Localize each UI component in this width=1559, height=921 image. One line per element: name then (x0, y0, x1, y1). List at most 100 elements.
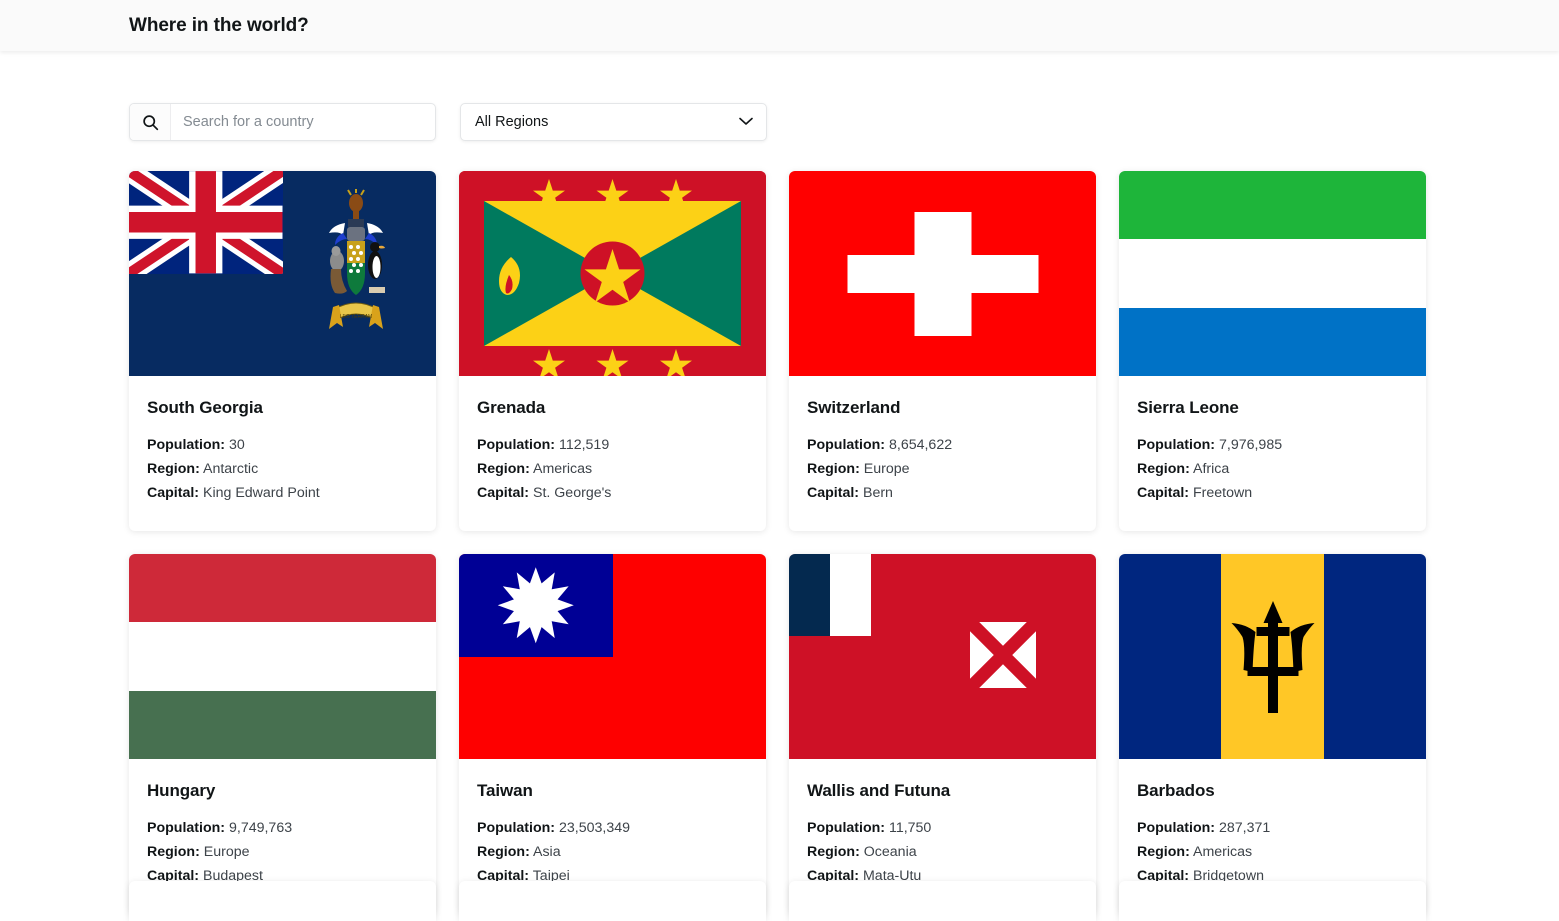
flag-switzerland (789, 171, 1096, 376)
population-label: Population: (807, 437, 886, 453)
flag-sierra-leone (1119, 171, 1426, 376)
capital-row: Capital: King Edward Point (147, 481, 418, 505)
capital-value: King Edward Point (202, 485, 320, 501)
region-label: Region: (147, 461, 200, 477)
population-value: 287,371 (1218, 820, 1271, 836)
region-value: Asia (532, 844, 561, 860)
flag-grenada (459, 171, 766, 376)
region-value: Americas (1192, 844, 1253, 860)
region-row: Region: Europe (807, 457, 1078, 481)
population-row: Population: 23,503,349 (477, 816, 748, 840)
flag-wallis-and-futuna (789, 554, 1096, 759)
country-name: South Georgia (147, 398, 263, 417)
search-input[interactable] (171, 104, 435, 140)
saltire-emblem (970, 622, 1036, 688)
population-label: Population: (147, 437, 226, 453)
population-value: 112,519 (558, 437, 610, 453)
country-card[interactable]: Hungary Population: 9,749,763 Region: Eu… (129, 554, 436, 914)
country-card[interactable]: Grenada Population: 112,519 Region: Amer… (459, 171, 766, 531)
union-jack-canton (129, 171, 283, 274)
population-label: Population: (807, 820, 886, 836)
population-value: 23,503,349 (558, 820, 630, 836)
stripe-white (129, 622, 436, 691)
capital-value: Bern (862, 485, 893, 501)
card-body: Grenada Population: 112,519 Region: Amer… (459, 376, 766, 531)
canton-white-band (830, 554, 871, 636)
country-name: Barbados (1137, 781, 1215, 800)
population-label: Population: (477, 437, 556, 453)
search-icon (130, 104, 171, 140)
region-value: Antarctic (202, 461, 259, 477)
region-value: Europe (203, 844, 250, 860)
population-label: Population: (477, 820, 556, 836)
capital-label: Capital: (1137, 485, 1190, 501)
region-value: Oceania (863, 844, 917, 860)
french-tricolor-canton (789, 554, 912, 636)
search-field[interactable] (129, 103, 436, 141)
app-header: Where in the world? (0, 0, 1559, 51)
population-label: Population: (1137, 437, 1216, 453)
region-filter[interactable]: All Regions (460, 103, 767, 141)
region-label: Region: (477, 844, 530, 860)
country-grid: LEO TERRAM South Georgia Population: 30 … (129, 171, 1426, 914)
region-row: Region: Asia (477, 840, 748, 864)
region-label: Region: (147, 844, 200, 860)
stripe-red (129, 554, 436, 623)
flag-taiwan (459, 554, 766, 759)
region-select[interactable]: All Regions (460, 103, 767, 141)
region-row: Region: Americas (477, 457, 748, 481)
region-label: Region: (807, 461, 860, 477)
canton-red-band (871, 554, 912, 636)
region-label: Region: (807, 844, 860, 860)
stripe-white (1119, 239, 1426, 308)
country-card[interactable] (459, 881, 766, 921)
card-body: Switzerland Population: 8,654,622 Region… (789, 376, 1096, 531)
country-name: Switzerland (807, 398, 901, 417)
stripe-green (129, 690, 436, 759)
population-label: Population: (1137, 820, 1216, 836)
capital-row: Capital: St. George's (477, 481, 748, 505)
population-value: 30 (228, 437, 245, 453)
population-value: 9,749,763 (228, 820, 293, 836)
region-row: Region: Europe (147, 840, 418, 864)
region-row: Region: Antarctic (147, 457, 418, 481)
country-card[interactable] (789, 881, 1096, 921)
country-card[interactable]: LEO TERRAM South Georgia Population: 30 … (129, 171, 436, 531)
population-label: Population: (147, 820, 226, 836)
population-row: Population: 8,654,622 (807, 433, 1078, 457)
population-row: Population: 11,750 (807, 816, 1078, 840)
capital-label: Capital: (477, 485, 530, 501)
country-name: Hungary (147, 781, 216, 800)
population-value: 8,654,622 (888, 437, 953, 453)
svg-text:LEO TERRAM: LEO TERRAM (340, 314, 372, 320)
country-card[interactable] (129, 881, 436, 921)
cross-vertical (914, 211, 971, 336)
country-card[interactable]: Switzerland Population: 8,654,622 Region… (789, 171, 1096, 531)
card-body: South Georgia Population: 30 Region: Ant… (129, 376, 436, 531)
country-card[interactable]: Sierra Leone Population: 7,976,985 Regio… (1119, 171, 1426, 531)
population-value: 7,976,985 (1218, 437, 1283, 453)
flag-south-georgia: LEO TERRAM (129, 171, 436, 376)
country-name: Sierra Leone (1137, 398, 1239, 417)
region-row: Region: Africa (1137, 457, 1408, 481)
country-card[interactable]: Taiwan Population: 23,503,349 Region: As… (459, 554, 766, 914)
population-value: 11,750 (888, 820, 932, 836)
capital-value: St. George's (532, 485, 612, 501)
country-card[interactable]: Wallis and Futuna Population: 11,750 Reg… (789, 554, 1096, 914)
population-row: Population: 112,519 (477, 433, 748, 457)
controls-bar: All Regions (129, 103, 1559, 141)
population-row: Population: 7,976,985 (1137, 433, 1408, 457)
stripe-green (1119, 171, 1426, 240)
country-card[interactable]: Barbados Population: 287,371 Region: Ame… (1119, 554, 1426, 914)
white-sun-icon (497, 567, 574, 644)
stripe-blue (1119, 307, 1426, 376)
country-name: Wallis and Futuna (807, 781, 951, 800)
population-row: Population: 9,749,763 (147, 816, 418, 840)
capital-value: Freetown (1192, 485, 1253, 501)
region-value: Americas (532, 461, 593, 477)
population-row: Population: 287,371 (1137, 816, 1408, 840)
flag-barbados (1119, 554, 1426, 759)
country-card[interactable] (1119, 881, 1426, 921)
region-value: Africa (1192, 461, 1230, 477)
flag-hungary (129, 554, 436, 759)
